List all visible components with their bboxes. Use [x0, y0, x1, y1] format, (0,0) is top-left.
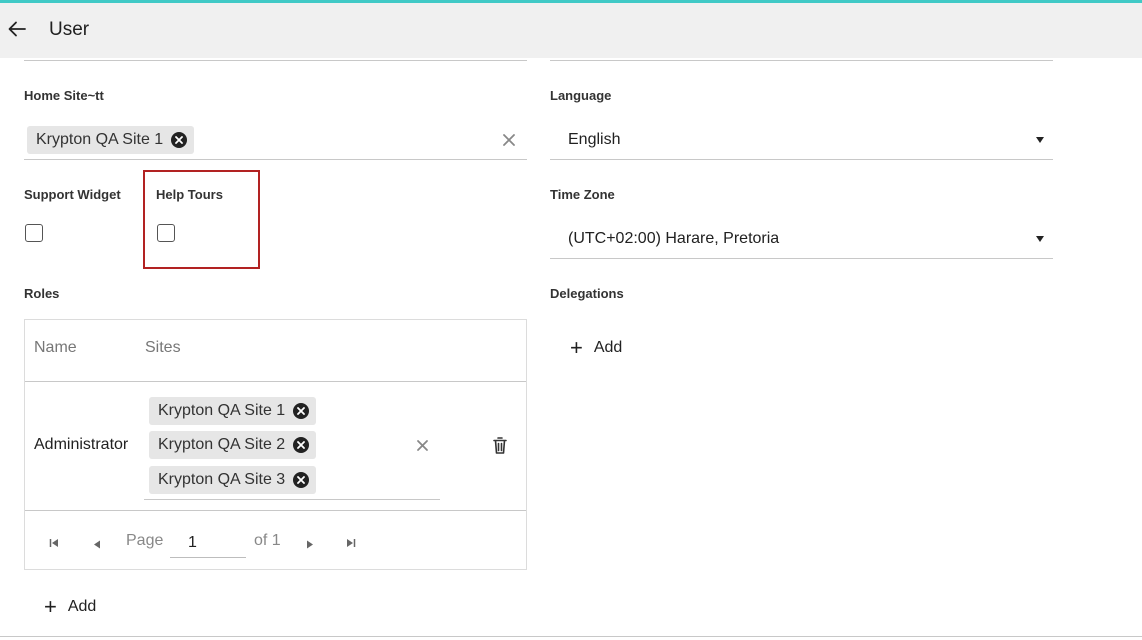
support-widget-label: Support Widget — [24, 187, 121, 202]
field-underline — [24, 60, 527, 61]
chip-label: Krypton QA Site 3 — [158, 471, 286, 488]
site-chip: Krypton QA Site 2 — [149, 431, 317, 459]
plus-icon: + — [570, 335, 583, 360]
back-arrow-icon[interactable] — [8, 21, 30, 41]
time-zone-label: Time Zone — [550, 187, 615, 202]
page-number-input[interactable] — [170, 528, 246, 558]
page-label: Page — [126, 532, 164, 549]
next-page-icon[interactable] — [306, 536, 314, 554]
roles-table: Name Sites Administrator Krypton QA Site… — [24, 319, 527, 570]
chip-label: Krypton QA Site 2 — [158, 436, 286, 453]
help-tours-checkbox[interactable] — [157, 224, 175, 242]
language-underline — [550, 159, 1053, 160]
home-site-underline — [24, 159, 527, 160]
chip-label: Krypton QA Site 1 — [158, 402, 286, 419]
home-site-clear-icon[interactable] — [502, 133, 516, 152]
language-label: Language — [550, 88, 612, 103]
row-divider — [25, 510, 526, 511]
add-role-button[interactable]: + Add — [44, 596, 96, 618]
time-zone-select[interactable]: (UTC+02:00) Harare, Pretoria — [568, 230, 779, 248]
chip-label: Krypton QA Site 1 — [36, 131, 164, 148]
page-of-label: of 1 — [254, 532, 281, 549]
roles-label: Roles — [24, 286, 60, 301]
sites-clear-icon[interactable] — [416, 439, 429, 457]
highlight-box — [143, 170, 260, 269]
first-page-icon[interactable] — [49, 535, 59, 553]
chip-remove-icon[interactable] — [293, 403, 310, 419]
time-zone-underline — [550, 258, 1053, 259]
add-delegation-button[interactable]: + Add — [570, 337, 622, 359]
delegations-label: Delegations — [550, 286, 624, 301]
prev-page-icon[interactable] — [93, 536, 101, 554]
home-site-chip: Krypton QA Site 1 — [27, 126, 195, 154]
language-select[interactable]: English — [568, 131, 620, 149]
trash-icon[interactable] — [493, 437, 507, 459]
language-caret-icon[interactable] — [1036, 137, 1044, 143]
last-page-icon[interactable] — [346, 535, 356, 553]
chip-remove-icon[interactable] — [293, 437, 310, 453]
site-chip: Krypton QA Site 1 — [149, 397, 317, 425]
header-divider — [25, 381, 526, 382]
sites-underline — [144, 499, 440, 500]
time-zone-caret-icon[interactable] — [1036, 236, 1044, 242]
plus-icon: + — [44, 594, 57, 619]
role-name: Administrator — [34, 436, 129, 453]
chip-remove-icon[interactable] — [171, 132, 188, 148]
chip-remove-icon[interactable] — [293, 472, 310, 488]
column-header-name: Name — [34, 339, 77, 356]
site-chip: Krypton QA Site 3 — [149, 466, 317, 494]
page-title: User — [49, 19, 90, 40]
add-role-label: Add — [67, 598, 97, 615]
field-underline — [550, 60, 1053, 61]
app-header: User — [0, 3, 1142, 58]
add-delegation-label: Add — [593, 339, 623, 356]
bottom-divider — [0, 636, 1142, 637]
column-header-sites: Sites — [145, 339, 181, 356]
home-site-label: Home Site~tt — [24, 88, 104, 103]
help-tours-label: Help Tours — [156, 187, 223, 202]
support-widget-checkbox[interactable] — [25, 224, 43, 242]
